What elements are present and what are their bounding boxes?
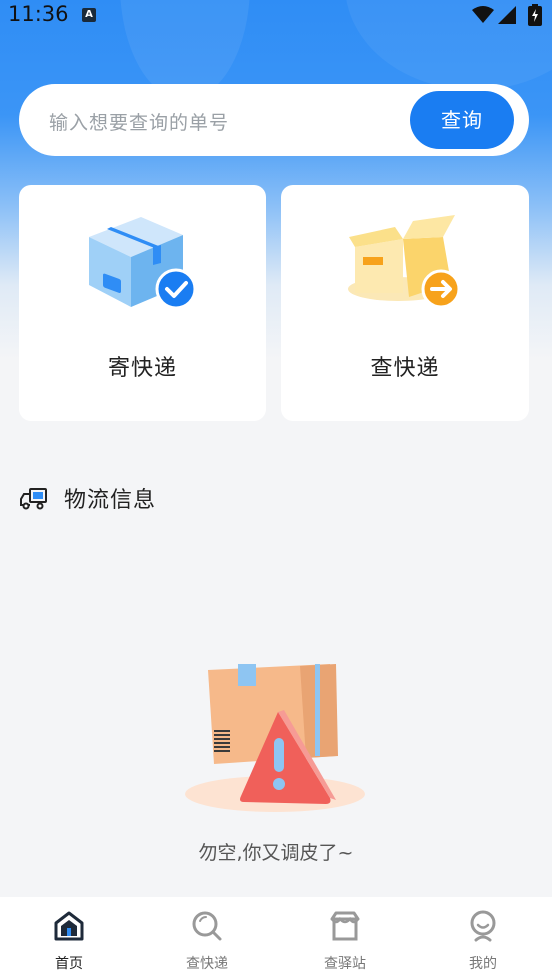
empty-state-message: 勿空,你又调皮了~: [198, 842, 354, 864]
truck-icon: [20, 488, 47, 510]
user-icon: [470, 910, 496, 942]
search-button[interactable]: 查询: [410, 91, 514, 149]
search-icon: [192, 911, 222, 941]
card-label: 查快递: [370, 356, 440, 381]
card-label: 寄快递: [107, 356, 177, 381]
tab-profile[interactable]: 我的: [414, 897, 552, 976]
open-box-arrow-icon: [348, 215, 461, 309]
status-bar: 11:36 A: [0, 0, 552, 30]
box-warning-icon: [185, 664, 365, 812]
status-time: 11:36: [8, 2, 69, 26]
search-input[interactable]: 输入想要查询的单号: [49, 108, 229, 135]
send-express-card[interactable]: 寄快递: [19, 185, 266, 421]
tab-label: 我的: [469, 956, 497, 972]
notification-icon: A: [82, 8, 96, 22]
bottom-tab-bar: 首页 查快递 查驿站 我的: [0, 897, 552, 976]
tab-label: 查驿站: [324, 956, 366, 972]
signal-icon: [498, 6, 516, 24]
box-check-icon: [89, 217, 197, 310]
tab-label: 首页: [55, 956, 83, 972]
battery-icon: [528, 4, 542, 26]
tab-query-express[interactable]: 查快递: [138, 897, 276, 976]
query-express-card[interactable]: 查快递: [281, 185, 529, 421]
search-bar[interactable]: 输入想要查询的单号 查询: [19, 84, 529, 156]
section-title-text: 物流信息: [64, 488, 157, 513]
wifi-icon: [472, 6, 494, 23]
tab-home[interactable]: 首页: [0, 897, 138, 976]
store-icon: [330, 911, 360, 941]
home-icon: [54, 911, 84, 941]
tab-query-station[interactable]: 查驿站: [276, 897, 414, 976]
tab-label: 查快递: [186, 956, 228, 972]
